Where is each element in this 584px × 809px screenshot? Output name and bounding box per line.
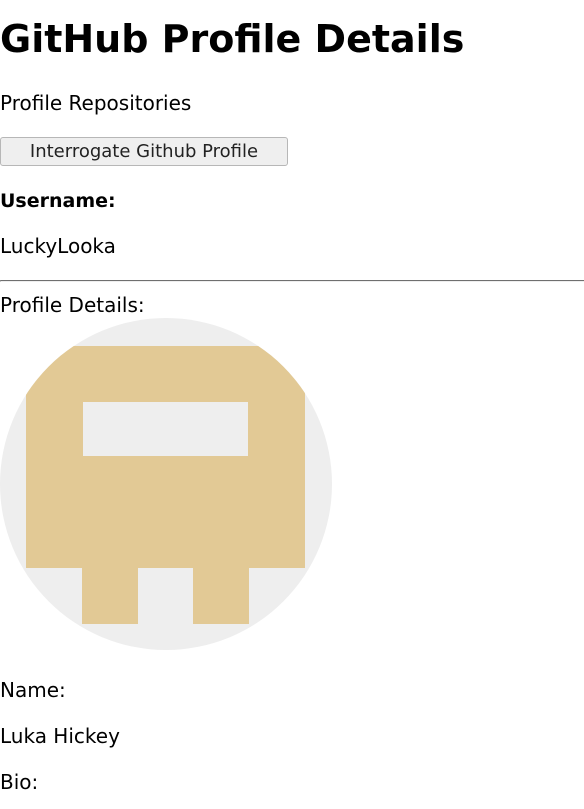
username-value: LuckyLooka <box>0 234 116 258</box>
identicon-avatar-icon <box>0 318 332 650</box>
profile-repositories-link[interactable]: Profile Repositories <box>0 90 191 116</box>
identicon-cell <box>82 567 138 624</box>
identicon-cell <box>26 402 83 458</box>
avatar <box>0 318 332 650</box>
section-divider <box>0 280 584 282</box>
page-title: GitHub Profile Details <box>0 17 465 61</box>
identicon-cell <box>26 346 305 402</box>
identicon-cell <box>193 567 249 624</box>
profile-details-label: Profile Details: <box>0 293 145 317</box>
name-value: Luka Hickey <box>0 724 120 748</box>
name-label: Name: <box>0 678 66 702</box>
bio-label: Bio: <box>0 770 39 794</box>
interrogate-profile-button[interactable]: Interrogate Github Profile <box>0 137 288 166</box>
identicon-cell <box>26 456 305 568</box>
identicon-cell <box>248 402 305 458</box>
username-label: Username: <box>0 190 116 212</box>
